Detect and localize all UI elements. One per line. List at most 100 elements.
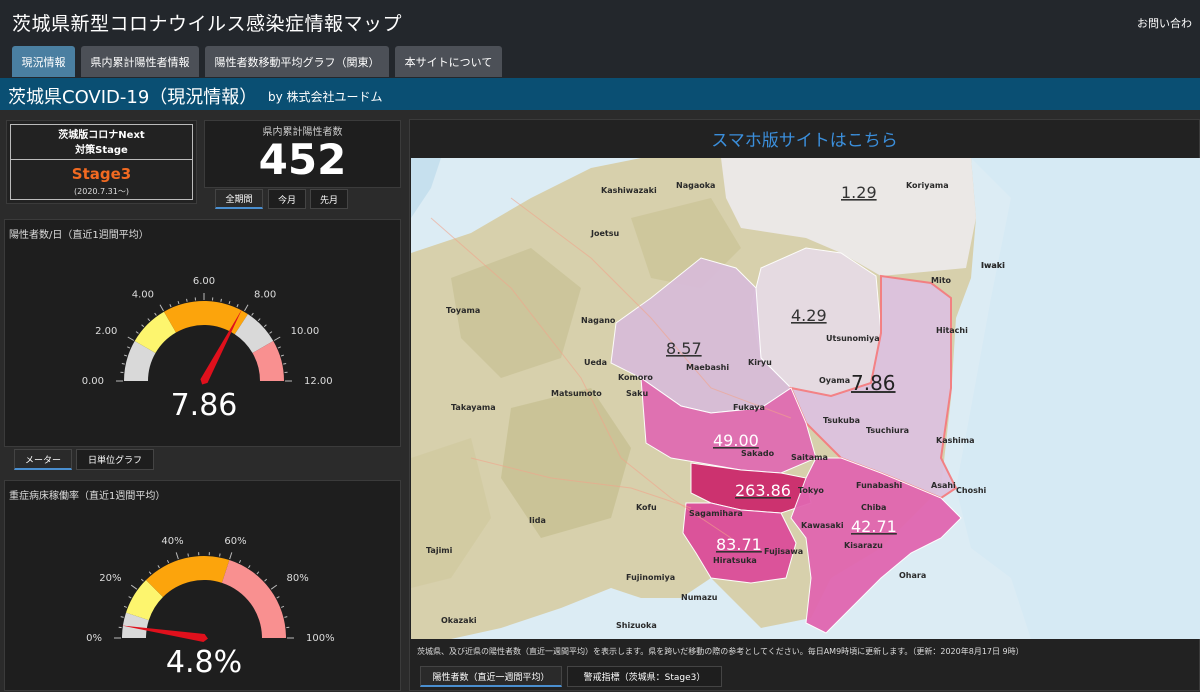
region-map[interactable]: KashiwazakiNagaokaJoetsuToyamaNaganoUeda… <box>411 158 1200 639</box>
place-label-hitachi: Hitachi <box>936 326 968 335</box>
tab-meter[interactable]: メーター <box>14 449 72 470</box>
place-label-iwaki: Iwaki <box>981 261 1005 270</box>
place-label-shizuoka: Shizuoka <box>616 621 657 630</box>
place-label-tokyo: Tokyo <box>798 486 824 495</box>
place-label-sagamihara: Sagamihara <box>689 509 743 518</box>
tab-this-month[interactable]: 今月 <box>268 189 306 209</box>
daily-gauge-tick-label: 4.00 <box>132 289 154 300</box>
place-label-nagaoka: Nagaoka <box>676 181 715 190</box>
daily-gauge-tick-mark <box>283 364 286 365</box>
tab-alert-index[interactable]: 警戒指標（茨城県：Stage3） <box>567 666 722 687</box>
bed-gauge-tick-label: 40% <box>161 536 183 547</box>
bed-gauge-value: 4.8% <box>166 645 242 680</box>
contact-link[interactable]: お問い合わ <box>1137 15 1192 31</box>
bed-gauge-tick-mark <box>141 579 143 581</box>
daily-gauge-tick-mark <box>122 364 125 365</box>
bed-gauge-tick-mark <box>149 572 151 574</box>
bed-gauge-tick-mark <box>281 606 284 607</box>
stage-date: (2020.7.31〜) <box>11 186 192 197</box>
place-label-fujisawa: Fujisawa <box>764 547 803 556</box>
daily-gauge-tick-mark <box>264 325 266 327</box>
daily-gauge-tick-mark <box>281 355 284 356</box>
tab-current-status[interactable]: 現況情報 <box>12 46 75 77</box>
bed-gauge-tick-mark <box>257 572 259 574</box>
daily-gauge-band-2 <box>164 301 248 334</box>
bed-gauge-tick-mark <box>239 560 240 563</box>
daily-gauge-tick-mark <box>124 355 127 356</box>
byline: by 株式会社ユードム <box>268 88 383 105</box>
tab-last-month[interactable]: 先月 <box>310 189 348 209</box>
place-label-hiratsuka: Hiratsuka <box>713 556 757 565</box>
place-label-funabashi: Funabashi <box>856 481 902 490</box>
place-label-koriyama: Koriyama <box>906 181 949 190</box>
place-label-maebashi: Maebashi <box>686 363 729 372</box>
daily-gauge-tick-mark <box>221 299 222 302</box>
value-tokyo[interactable]: 263.86 <box>735 481 791 500</box>
place-label-kisarazu: Kisarazu <box>844 541 883 550</box>
map-canvas: KashiwazakiNagaokaJoetsuToyamaNaganoUeda… <box>411 158 1200 639</box>
bed-gauge-tick-mark <box>265 579 267 581</box>
value-ibaraki[interactable]: 7.86 <box>851 371 896 395</box>
place-label-sakado: Sakado <box>741 449 775 458</box>
bed-gauge-tick-label: 20% <box>99 573 121 584</box>
place-label-tsuchiura: Tsuchiura <box>866 426 909 435</box>
bed-gauge-tick-mark <box>131 585 137 589</box>
value-chiba[interactable]: 42.71 <box>851 517 897 536</box>
place-label-saku: Saku <box>626 389 648 398</box>
tab-all-period[interactable]: 全期間 <box>215 189 263 209</box>
daily-gauge-tick-label: 0.00 <box>82 376 104 387</box>
daily-gauge-tick-mark <box>229 301 230 304</box>
place-label-mito: Mito <box>931 276 952 285</box>
place-label-ohara: Ohara <box>899 571 926 580</box>
daily-gauge-tick-mark <box>237 304 238 307</box>
tab-daily-graph[interactable]: 日単位グラフ <box>76 449 154 470</box>
place-label-chiba: Chiba <box>861 503 886 512</box>
map-note: 茨城県、及び近県の陽性者数（直近一週間平均）を表示します。県を跨いだ移動の際の参… <box>417 646 1024 657</box>
daily-gauge-tick-label: 12.00 <box>304 376 333 387</box>
bed-gauge-band-3 <box>222 560 286 638</box>
bed-gauge-tick-mark <box>271 585 277 589</box>
value-kanagawa[interactable]: 83.71 <box>716 535 762 554</box>
bed-gauge-tick-mark <box>248 565 250 568</box>
bed-occupancy-gauge-panel: 重症病床稼働率（直近1週間平均） 0%20%40%60%80%100%4.8% <box>4 480 401 691</box>
daily-gauge-tick-label: 6.00 <box>193 276 215 287</box>
map-panel: スマホ版サイトはこちら <box>409 119 1200 691</box>
place-label-fukaya: Fukaya <box>733 403 765 412</box>
daily-gauge-tick-mark <box>252 313 254 315</box>
daily-gauge-value: 7.86 <box>171 388 238 423</box>
tab-moving-average-graph[interactable]: 陽性者数移動平均グラフ（関東） <box>205 46 389 77</box>
tab-cumulative-cases[interactable]: 県内累計陽性者情報 <box>81 46 199 77</box>
value-tochigi[interactable]: 4.29 <box>791 306 827 325</box>
bed-gauge-tick-mark <box>220 554 221 557</box>
bed-gauge-tick-mark <box>158 565 160 568</box>
value-gunma[interactable]: 8.57 <box>666 339 702 358</box>
daily-gauge-tick-mark <box>278 347 281 348</box>
daily-gauge-tick-mark <box>274 337 280 341</box>
value-saitama[interactable]: 49.00 <box>713 431 759 450</box>
daily-gauge-tick-mark <box>128 337 134 341</box>
place-label-kashiwazaki: Kashiwazaki <box>601 186 657 195</box>
bed-gauge-tick-label: 60% <box>224 536 246 547</box>
stage-value: Stage3 <box>11 165 192 183</box>
place-label-komoro: Komoro <box>618 373 653 382</box>
page-title: 茨城県COVID-19（現況情報） <box>8 83 257 109</box>
smartphone-site-link[interactable]: スマホ版サイトはこちら <box>410 126 1199 151</box>
place-label-asahi: Asahi <box>931 481 956 490</box>
daily-gauge-tick-mark <box>148 319 150 321</box>
place-label-tajimi: Tajimi <box>426 546 453 555</box>
place-label-toyama: Toyama <box>446 306 480 315</box>
place-label-saitama: Saitama <box>791 453 828 462</box>
stage-header: 茨城版コロナNext 対策Stage <box>11 125 192 160</box>
daily-gauge-tick-mark <box>170 304 171 307</box>
stage-title-line1: 茨城版コロナNext <box>11 128 192 143</box>
bed-gauge-tick-label: 80% <box>287 573 309 584</box>
bed-gauge-tick-mark <box>277 597 280 598</box>
tab-positive-cases[interactable]: 陽性者数（直近一週間平均） <box>420 666 562 687</box>
place-label-choshi: Choshi <box>956 486 987 495</box>
daily-gauge-tick-mark <box>127 347 130 348</box>
daily-gauge-tick-mark <box>270 332 272 334</box>
bed-gauge-tick-mark <box>121 617 124 618</box>
place-label-kiryu: Kiryu <box>748 358 772 367</box>
tab-about-site[interactable]: 本サイトについて <box>395 46 502 77</box>
value-fukushima[interactable]: 1.29 <box>841 183 877 202</box>
